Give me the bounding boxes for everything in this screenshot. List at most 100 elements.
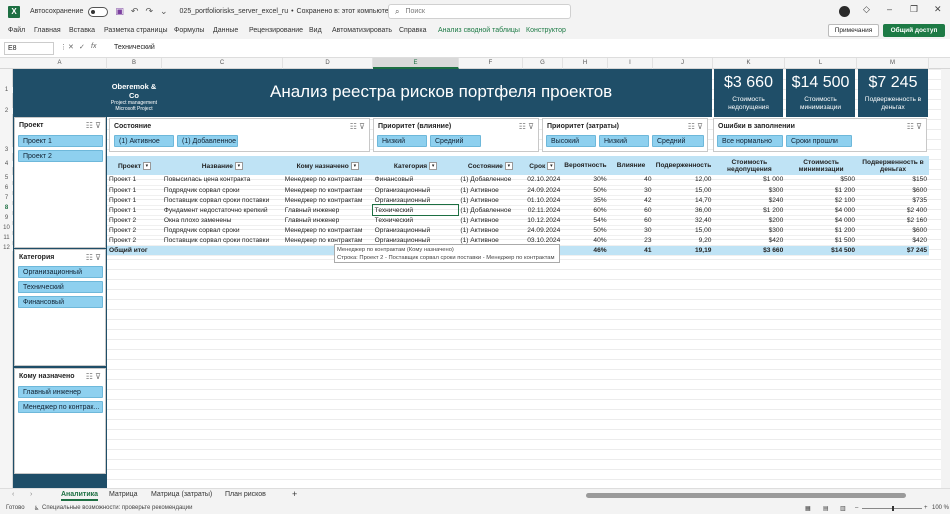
table-cell[interactable]: Технический bbox=[371, 204, 460, 216]
table-cell[interactable]: 24.09.2024 bbox=[522, 225, 563, 236]
tab-pivot-analyze[interactable]: Анализ сводной таблицы bbox=[438, 27, 520, 34]
table-cell[interactable]: Поставщик сорвал сроки поставки bbox=[161, 235, 283, 246]
sheet-tab-analytics[interactable]: Аналитика bbox=[61, 491, 99, 501]
table-cell[interactable]: $735 bbox=[857, 195, 929, 206]
zoom-slider-thumb[interactable] bbox=[892, 506, 894, 511]
table-cell[interactable]: 12,00 bbox=[653, 175, 714, 186]
scroll-right-icon[interactable]: › bbox=[30, 491, 32, 498]
tab-file[interactable]: Файл bbox=[8, 27, 25, 34]
redo-icon[interactable]: ↷ bbox=[145, 6, 153, 17]
row-header[interactable]: 12 bbox=[0, 245, 13, 251]
table-cell[interactable]: $2 160 bbox=[857, 215, 929, 226]
slicer-item[interactable]: Средний bbox=[430, 135, 481, 147]
sheet-tab-matrix[interactable]: Матрица bbox=[109, 491, 138, 498]
multiselect-icon[interactable]: ☷ ⊽ bbox=[86, 121, 101, 130]
tab-automate[interactable]: Автоматизировать bbox=[332, 27, 392, 34]
table-cell[interactable]: Проект 2 bbox=[107, 235, 162, 246]
table-cell[interactable]: Проект 2 bbox=[107, 215, 162, 226]
share-button[interactable]: Общий доступ bbox=[883, 24, 945, 37]
filter-dropdown-icon[interactable]: ▾ bbox=[350, 161, 359, 170]
table-cell[interactable]: 54% bbox=[562, 215, 609, 226]
slicer-item[interactable]: Проект 2 bbox=[18, 150, 103, 162]
filter-dropdown-icon[interactable]: ▾ bbox=[429, 161, 438, 170]
slicer-item[interactable]: Высокий bbox=[546, 135, 596, 147]
filter-dropdown-icon[interactable]: ▾ bbox=[547, 161, 556, 170]
row-header[interactable]: 10 bbox=[0, 225, 13, 231]
total-cell[interactable]: $7 245 bbox=[857, 245, 929, 256]
table-cell[interactable]: 30 bbox=[608, 225, 654, 236]
enter-icon[interactable]: ✓ bbox=[79, 43, 85, 51]
add-sheet-button[interactable]: + bbox=[292, 489, 297, 499]
filter-dropdown-icon[interactable]: ▾ bbox=[142, 161, 151, 170]
total-cell[interactable]: 46% bbox=[562, 245, 609, 256]
total-cell[interactable] bbox=[161, 245, 283, 256]
sheet-tab-matrix-cost[interactable]: Матрица (затраты) bbox=[151, 491, 212, 498]
table-cell[interactable]: $1 200 bbox=[785, 185, 858, 196]
table-cell[interactable]: $4 000 bbox=[785, 205, 858, 216]
autosave-toggle[interactable] bbox=[88, 6, 109, 17]
table-cell[interactable]: 35% bbox=[562, 195, 609, 206]
table-cell[interactable]: Окна плохо заменены bbox=[161, 215, 283, 226]
zoom-in-icon[interactable]: + bbox=[924, 505, 928, 511]
table-cell[interactable]: 60 bbox=[608, 205, 654, 216]
column-header-d[interactable]: D bbox=[283, 58, 373, 69]
table-cell[interactable]: Проект 2 bbox=[107, 225, 162, 236]
page-layout-icon[interactable]: ▤ bbox=[823, 505, 829, 512]
slicer-item[interactable]: (1) Активное bbox=[114, 135, 174, 147]
tab-review[interactable]: Рецензирование bbox=[249, 27, 303, 34]
column-header-a[interactable]: A bbox=[13, 58, 107, 69]
column-header-e[interactable]: E bbox=[373, 58, 459, 69]
total-cell[interactable]: $14 500 bbox=[785, 245, 858, 256]
table-cell[interactable]: Главный инженер bbox=[282, 215, 373, 226]
table-cell[interactable]: Проект 1 bbox=[107, 185, 162, 196]
column-header-cell[interactable]: Стоимость минимизации bbox=[785, 156, 858, 175]
table-cell[interactable]: 60% bbox=[562, 205, 609, 216]
notes-button[interactable]: Примечания bbox=[828, 24, 879, 37]
tab-formulas[interactable]: Формулы bbox=[174, 27, 204, 34]
column-header-cell[interactable]: Срок ▾ bbox=[522, 156, 563, 175]
column-header-m[interactable]: M bbox=[857, 58, 929, 69]
table-cell[interactable]: Менеджер по контрактам bbox=[282, 195, 373, 206]
table-cell[interactable]: $2 400 bbox=[857, 205, 929, 216]
tab-design[interactable]: Конструктор bbox=[526, 27, 566, 34]
column-header-cell[interactable]: Влияние bbox=[608, 156, 654, 175]
table-cell[interactable]: Организационный bbox=[372, 185, 459, 196]
table-cell[interactable]: 01.10.2024 bbox=[522, 195, 563, 206]
search-box[interactable]: ⌕ Поиск bbox=[388, 4, 571, 19]
table-cell[interactable]: Технический bbox=[372, 215, 459, 226]
table-cell[interactable]: Проект 1 bbox=[107, 195, 162, 206]
row-header[interactable]: 2 bbox=[0, 108, 13, 114]
multiselect-icon[interactable]: ☷ ⊽ bbox=[519, 122, 534, 131]
normal-view-icon[interactable]: ▦ bbox=[805, 505, 811, 512]
slicer-item[interactable]: Организационный bbox=[18, 266, 103, 278]
slicer-item[interactable]: Главный инженер bbox=[18, 386, 103, 398]
table-cell[interactable]: Проект 1 bbox=[107, 175, 162, 186]
scroll-left-icon[interactable]: ‹ bbox=[12, 491, 14, 498]
table-cell[interactable]: $200 bbox=[713, 215, 786, 226]
table-cell[interactable]: 36,00 bbox=[653, 205, 714, 216]
tab-help[interactable]: Справка bbox=[399, 27, 426, 34]
filter-dropdown-icon[interactable]: ▾ bbox=[234, 161, 243, 170]
table-cell[interactable]: $2 100 bbox=[785, 195, 858, 206]
table-cell[interactable]: (1) Активное bbox=[458, 185, 523, 196]
formula-input[interactable]: Технический bbox=[114, 44, 155, 51]
table-cell[interactable]: (1) Добавленное bbox=[458, 205, 523, 216]
restore-icon[interactable]: ❐ bbox=[910, 4, 918, 15]
slicer-item[interactable]: Технический bbox=[18, 281, 103, 293]
table-cell[interactable]: $1 200 bbox=[785, 225, 858, 236]
vertical-scrollbar[interactable] bbox=[941, 69, 950, 488]
tab-page-layout[interactable]: Разметка страницы bbox=[104, 27, 168, 34]
row-header[interactable]: 11 bbox=[0, 235, 13, 241]
table-cell[interactable]: 60 bbox=[608, 215, 654, 226]
column-header-b[interactable]: B bbox=[107, 58, 162, 69]
column-header-f[interactable]: F bbox=[459, 58, 523, 69]
table-cell[interactable]: Повысилась цена контракта bbox=[161, 175, 283, 186]
table-cell[interactable]: Организационный bbox=[372, 195, 459, 206]
column-header-cell[interactable]: Подверженность bbox=[653, 156, 714, 175]
table-cell[interactable]: $500 bbox=[785, 175, 858, 186]
column-header-cell[interactable]: Вероятность bbox=[562, 156, 609, 175]
table-cell[interactable]: $300 bbox=[713, 225, 786, 236]
column-header-c[interactable]: C bbox=[162, 58, 283, 69]
tab-insert[interactable]: Вставка bbox=[69, 27, 95, 34]
page-break-icon[interactable]: ▥ bbox=[840, 505, 846, 512]
